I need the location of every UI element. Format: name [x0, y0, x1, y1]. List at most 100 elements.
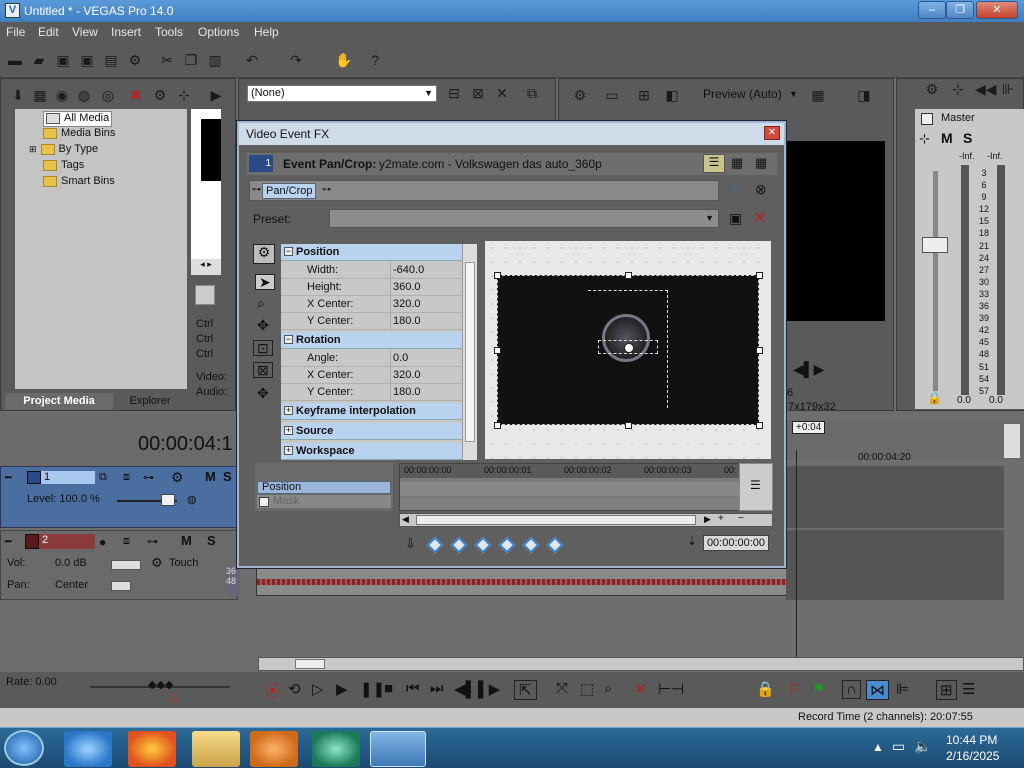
filter-icon-b[interactable]: ⊠ — [469, 85, 487, 101]
kf-track-position[interactable]: Position — [257, 481, 391, 494]
position-section-header[interactable]: − Position — [281, 244, 462, 261]
delete-preset-icon[interactable]: ✕ — [753, 208, 766, 228]
menu-tools[interactable]: Tools — [155, 25, 183, 39]
expand-plus-icon[interactable]: + — [284, 446, 293, 455]
chevron-down-icon[interactable]: ▼ — [789, 89, 798, 99]
tab-project-media[interactable]: Project Media — [5, 393, 113, 410]
kf-side-panel[interactable]: ☰ — [739, 463, 773, 511]
fx-close-button[interactable]: ✕ — [764, 126, 780, 140]
audio-input-icon[interactable]: ⊶ — [147, 535, 158, 548]
explorer-folder-icon[interactable] — [192, 731, 240, 767]
handle-left[interactable] — [494, 347, 501, 354]
menu-edit[interactable]: Edit — [38, 25, 59, 39]
position-value-field[interactable]: 360.0 — [390, 279, 460, 295]
property-scroll-thumb[interactable] — [465, 262, 475, 442]
menu-insert[interactable]: Insert — [111, 25, 141, 39]
chain-item-pan-crop[interactable]: Pan/Crop — [262, 183, 317, 199]
marker-icon[interactable]: ⚐ — [788, 680, 801, 698]
menu-view[interactable]: View — [72, 25, 98, 39]
pause-icon[interactable]: ❚❚ — [360, 680, 385, 698]
movie-maker-icon[interactable] — [312, 731, 360, 767]
import-media-icon[interactable]: ⬇ — [9, 87, 27, 103]
preview-settings-icon[interactable]: ⚙ — [571, 87, 589, 103]
ie-icon[interactable] — [64, 731, 112, 767]
thumb-scroll[interactable]: ◂ ▸ — [191, 259, 221, 275]
timeline-hscroll[interactable] — [258, 657, 1024, 671]
master-downmix-icon[interactable]: ◀◀ — [975, 81, 997, 97]
auto-crossfade-icon[interactable]: ⋈ — [866, 680, 889, 700]
master-solo-button[interactable]: S — [963, 130, 972, 146]
lock-events-icon[interactable]: 🔒 — [756, 680, 775, 698]
touch-gear-icon[interactable]: ⚙ — [151, 555, 163, 571]
media-fx-icon[interactable]: ⚙ — [151, 87, 169, 103]
prev-frame-icon[interactable]: ◀▌ — [454, 680, 476, 698]
zoom-icon[interactable]: ⌕ — [257, 296, 265, 310]
loop-icon[interactable]: ⟲ — [288, 680, 301, 698]
tree-media-bins[interactable]: Media Bins — [43, 127, 115, 143]
save-as-icon[interactable]: ▣ — [78, 52, 96, 68]
sync-cursor-icon[interactable]: ⇩ — [405, 536, 416, 552]
zoom-in-icon[interactable]: + — [718, 513, 724, 524]
collapse-icon[interactable]: ━ — [5, 535, 12, 548]
lock-aspect-icon[interactable]: ⊡ — [253, 340, 273, 356]
stop-icon[interactable]: ■ — [384, 680, 393, 697]
menu-file[interactable]: File — [6, 25, 25, 39]
track-settings-icon[interactable]: ⚙ — [171, 469, 184, 486]
handle-top-right[interactable] — [756, 272, 763, 279]
tree-smart-bins[interactable]: Smart Bins — [43, 175, 115, 191]
normal-edit-tool-icon[interactable]: ⇱ — [514, 680, 537, 700]
property-scrollbar[interactable] — [462, 244, 477, 460]
track-solo-button[interactable]: S — [223, 469, 232, 484]
kf-time-readout[interactable]: 00:00:00:00 — [703, 535, 769, 551]
play-from-start-icon[interactable]: ▷ — [312, 680, 324, 698]
close-button[interactable]: ✕ — [976, 1, 1018, 19]
audio-mute-button[interactable]: M — [181, 533, 192, 548]
master-fx-icon[interactable]: ⊹ — [949, 81, 967, 97]
render-icon[interactable]: ▤ — [102, 52, 120, 68]
track-mute-button[interactable]: M — [205, 469, 216, 484]
collapse-icon[interactable]: ━ — [5, 471, 12, 484]
tab-explorer[interactable]: Explorer — [115, 393, 185, 410]
track-motion-icon[interactable]: ⧉ — [99, 471, 107, 484]
save-preset-icon[interactable]: ▣ — [729, 210, 742, 227]
expand-plus-icon[interactable]: + — [284, 406, 293, 415]
filter-icon-a[interactable]: ⊟ — [445, 85, 463, 101]
split-screen-icon[interactable]: ⊞ — [635, 87, 653, 103]
compositing-icon[interactable]: ◍ — [187, 493, 197, 506]
view-list-icon[interactable]: ☰ — [703, 154, 725, 173]
copy-icon[interactable]: ❐ — [182, 52, 200, 68]
overlays-icon[interactable]: ◧ — [663, 87, 681, 103]
master-fx-icon[interactable]: ⊹ — [919, 131, 930, 147]
audio-solo-button[interactable]: S — [207, 533, 216, 548]
position-value-field[interactable]: 320.0 — [390, 296, 460, 312]
capture-icon[interactable]: ▦ — [31, 87, 49, 103]
chain-remove-icon[interactable]: ⊗ — [755, 181, 767, 198]
copy-snapshot-icon[interactable]: ◨ — [855, 87, 873, 103]
auto-ripple-icon[interactable]: ⊞ — [936, 680, 957, 700]
media-thumbnail[interactable] — [201, 119, 221, 181]
master-settings-icon[interactable]: ⚙ — [923, 81, 941, 97]
prev-frame-icon[interactable]: ◀▌▶ — [793, 361, 824, 378]
firefox-icon[interactable] — [128, 731, 176, 767]
center-handle[interactable] — [624, 343, 634, 353]
open-icon[interactable]: ▰ — [30, 52, 48, 68]
ripple-icon[interactable]: ⊫ — [896, 680, 909, 698]
remove-icon[interactable]: ✖ — [127, 87, 145, 103]
volume-icon[interactable]: 🔈 — [914, 738, 931, 755]
selection-tool-icon[interactable]: ⬚ — [580, 680, 594, 698]
audio-track-header[interactable]: ━ 2 ● ⧈ ⊶ M S Vol: 0.0 dB ⚙ Touch Pan: C… — [0, 530, 238, 600]
save-icon[interactable]: ▣ — [54, 52, 72, 68]
workspace-section-header[interactable]: + Workspace — [281, 443, 462, 460]
scroll-right-icon[interactable]: ▶ — [704, 514, 711, 525]
rotation-section-header[interactable]: − Rotation — [281, 332, 462, 349]
new-project-icon[interactable]: ▬ — [6, 52, 24, 68]
start-button[interactable] — [4, 730, 44, 766]
undo-icon[interactable]: ↶ — [243, 52, 261, 68]
filter-icon-d[interactable]: ⧉ — [523, 85, 541, 101]
master-fader-handle[interactable] — [922, 237, 948, 253]
view-tiles-icon[interactable]: ▦ — [755, 155, 767, 171]
trimmer-icon[interactable] — [195, 285, 215, 305]
clock-time[interactable]: 10:44 PM — [946, 733, 997, 747]
play-icon[interactable]: ▶ — [336, 680, 348, 698]
composite-icon[interactable]: ⊶ — [143, 471, 154, 484]
